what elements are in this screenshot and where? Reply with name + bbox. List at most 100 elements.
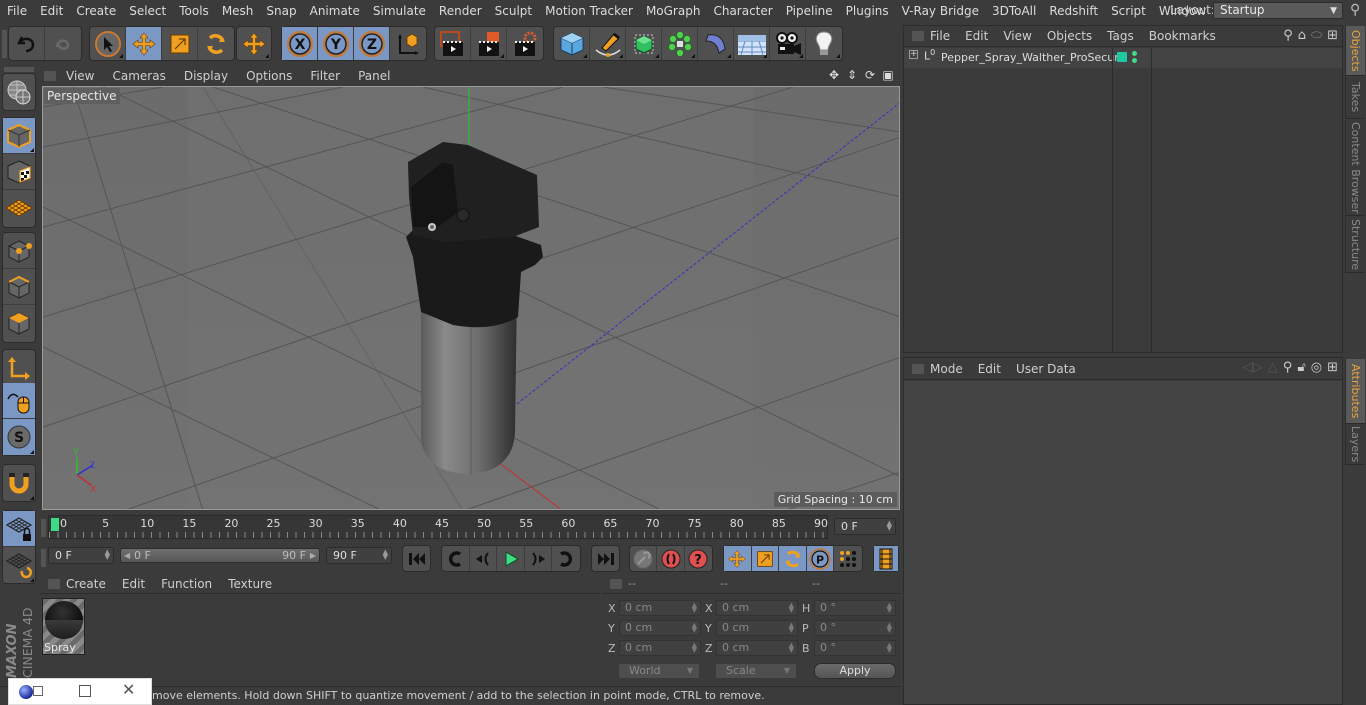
maximize-view-icon[interactable]: ▣: [881, 68, 895, 82]
menu-tools[interactable]: Tools: [172, 0, 215, 22]
rotation-p-field[interactable]: 0 ° ▲ ▼: [814, 620, 896, 636]
axis-mode-button[interactable]: [3, 350, 35, 386]
spinner-icon[interactable]: ▲ ▼: [789, 642, 794, 654]
menu-select[interactable]: Select: [122, 0, 172, 22]
next-key-button[interactable]: [552, 546, 580, 571]
cube-button[interactable]: [554, 27, 590, 60]
menu-pipeline[interactable]: Pipeline: [779, 0, 839, 22]
object-row[interactable]: + L0 Pepper_Spray_Walther_ProSecur: [904, 48, 1342, 68]
frame-range-slider[interactable]: ◀ 0 F 90 F ▶: [120, 548, 320, 563]
maximize-icon[interactable]: [79, 685, 91, 697]
render-view-button[interactable]: [435, 27, 471, 60]
points-mode-button[interactable]: [3, 233, 35, 269]
go-to-end-button[interactable]: [592, 546, 619, 571]
column-divider[interactable]: [1151, 48, 1152, 352]
object-name[interactable]: Pepper_Spray_Walther_ProSecur: [941, 51, 1119, 64]
object-menu-file[interactable]: File: [930, 29, 950, 43]
tweak-mode-button[interactable]: [3, 383, 35, 419]
new-panel-icon[interactable]: ⊞: [1327, 28, 1338, 43]
column-divider[interactable]: [1112, 48, 1113, 352]
floor-button[interactable]: [734, 27, 770, 60]
spinner-icon[interactable]: ▲ ▼: [887, 642, 892, 654]
menu-file[interactable]: File: [0, 0, 33, 22]
material-menu-edit[interactable]: Edit: [122, 577, 145, 591]
attribute-menu-edit[interactable]: Edit: [978, 362, 1001, 376]
size-mode-dropdown[interactable]: Scale ▼: [715, 663, 797, 679]
rotation-b-field[interactable]: 0 ° ▲ ▼: [814, 640, 896, 656]
texture-mode-button[interactable]: [3, 154, 35, 190]
scale-tool-button[interactable]: [162, 27, 198, 60]
spinner-icon[interactable]: ▲ ▼: [789, 602, 794, 614]
eye-icon[interactable]: ⬭: [1311, 28, 1322, 43]
layout-dropdown[interactable]: Startup ▼: [1213, 2, 1343, 19]
tab-structure[interactable]: Structure: [1345, 217, 1365, 273]
expand-icon[interactable]: +: [909, 50, 918, 59]
position-x-field[interactable]: 0 cm ▲ ▼: [619, 600, 701, 616]
parameter-track-button[interactable]: P: [806, 546, 835, 571]
polygons-mode-button[interactable]: [3, 305, 35, 341]
attribute-menu-mode[interactable]: Mode: [930, 362, 963, 376]
editor-visibility-dot[interactable]: [1132, 51, 1137, 56]
menu-sculpt[interactable]: Sculpt: [488, 0, 538, 22]
pen-spline-button[interactable]: [590, 27, 626, 60]
menu-script[interactable]: Script: [1104, 0, 1152, 22]
menu-plugins[interactable]: Plugins: [839, 0, 895, 22]
coordinates-grip[interactable]: [610, 579, 622, 589]
record-button[interactable]: [657, 546, 685, 571]
viewport-menu-cameras[interactable]: Cameras: [112, 69, 174, 83]
make-editable-button[interactable]: [3, 74, 35, 110]
toolbar-grip[interactable]: [2, 30, 7, 58]
render-visibility-dot[interactable]: [1132, 58, 1137, 63]
search-icon[interactable]: ⚲: [1283, 28, 1293, 43]
menu-simulate[interactable]: Simulate: [366, 0, 432, 22]
tab-takes[interactable]: Takes: [1345, 77, 1365, 119]
viewport-menu-filter[interactable]: Filter: [310, 69, 349, 83]
spinner-icon[interactable]: ▲ ▼: [105, 549, 110, 561]
camera-label[interactable]: Perspective: [44, 88, 120, 104]
attribute-menu-user-data[interactable]: User Data: [1016, 362, 1076, 376]
orbit-icon[interactable]: ⟳: [863, 68, 877, 82]
light-button[interactable]: [806, 27, 842, 60]
menu-render[interactable]: Render: [432, 0, 488, 22]
material-swatch[interactable]: Spray: [42, 598, 85, 655]
coordinate-space-dropdown[interactable]: World ▼: [618, 663, 700, 679]
spinner-icon[interactable]: ▲ ▼: [887, 520, 892, 532]
apply-button[interactable]: Apply: [814, 663, 896, 679]
lock-icon[interactable]: 🔓︎: [1297, 360, 1305, 375]
timeline-ruler[interactable]: 0 5 10 15 20 25 30 35 40 45 50 55 60 65 70 75 80 85 90: [48, 515, 828, 539]
render-to-picture-viewer-button[interactable]: [471, 27, 507, 60]
spinner-icon[interactable]: ▲ ▼: [887, 622, 892, 634]
spinner-icon[interactable]: ▲ ▼: [887, 602, 892, 614]
material-menu-create[interactable]: Create: [66, 577, 106, 591]
coordinate-system-button[interactable]: [390, 27, 426, 60]
size-x-field[interactable]: 0 cm ▲ ▼: [716, 600, 798, 616]
restore-icon[interactable]: [33, 686, 43, 696]
scale-track-button[interactable]: [751, 546, 780, 571]
range-right-arrow-icon[interactable]: ▶: [310, 549, 316, 562]
object-menu-bookmarks[interactable]: Bookmarks: [1149, 29, 1216, 43]
close-icon[interactable]: ✕: [122, 680, 135, 699]
menu-mograph[interactable]: MoGraph: [639, 0, 707, 22]
position-y-field[interactable]: 0 cm ▲ ▼: [619, 620, 701, 636]
timeline-window-button[interactable]: [874, 546, 898, 571]
viewport-menu-view[interactable]: View: [66, 69, 103, 83]
snap-button[interactable]: [3, 465, 35, 501]
tab-content-browser[interactable]: Content Browser: [1345, 120, 1365, 216]
current-frame-field[interactable]: 0 F ▲ ▼: [834, 518, 896, 535]
spinner-icon[interactable]: ▲ ▼: [692, 602, 697, 614]
spinner-icon[interactable]: ▲ ▼: [789, 622, 794, 634]
lock-workplane-button[interactable]: [3, 511, 35, 547]
workplane-align-button[interactable]: [3, 547, 35, 583]
search-icon[interactable]: ⚲: [1283, 360, 1293, 375]
edges-mode-button[interactable]: [3, 269, 35, 305]
object-menu-objects[interactable]: Objects: [1047, 29, 1092, 43]
z-axis-button[interactable]: Z: [354, 27, 390, 60]
recent-tool-button[interactable]: [237, 27, 271, 60]
tab-objects[interactable]: Objects: [1345, 26, 1365, 76]
menu-snap[interactable]: Snap: [259, 0, 302, 22]
home-icon[interactable]: ⌂: [1298, 28, 1306, 43]
workplane-mode-button[interactable]: [3, 190, 35, 226]
deformer-button[interactable]: [698, 27, 734, 60]
step-back-button[interactable]: [470, 546, 498, 571]
keyframe-selection-button[interactable]: [630, 546, 658, 571]
